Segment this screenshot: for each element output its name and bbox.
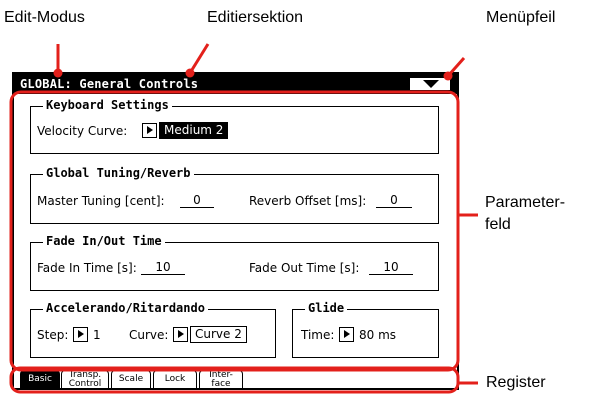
edit-section-marker bbox=[185, 68, 195, 78]
register-frame bbox=[9, 366, 460, 394]
parameter-field-frame bbox=[9, 90, 460, 372]
menu-arrow-marker bbox=[443, 71, 453, 81]
edit-mode-marker bbox=[53, 68, 63, 78]
edit-section-callout-line bbox=[188, 43, 210, 74]
annotation-overlay bbox=[9, 43, 478, 394]
